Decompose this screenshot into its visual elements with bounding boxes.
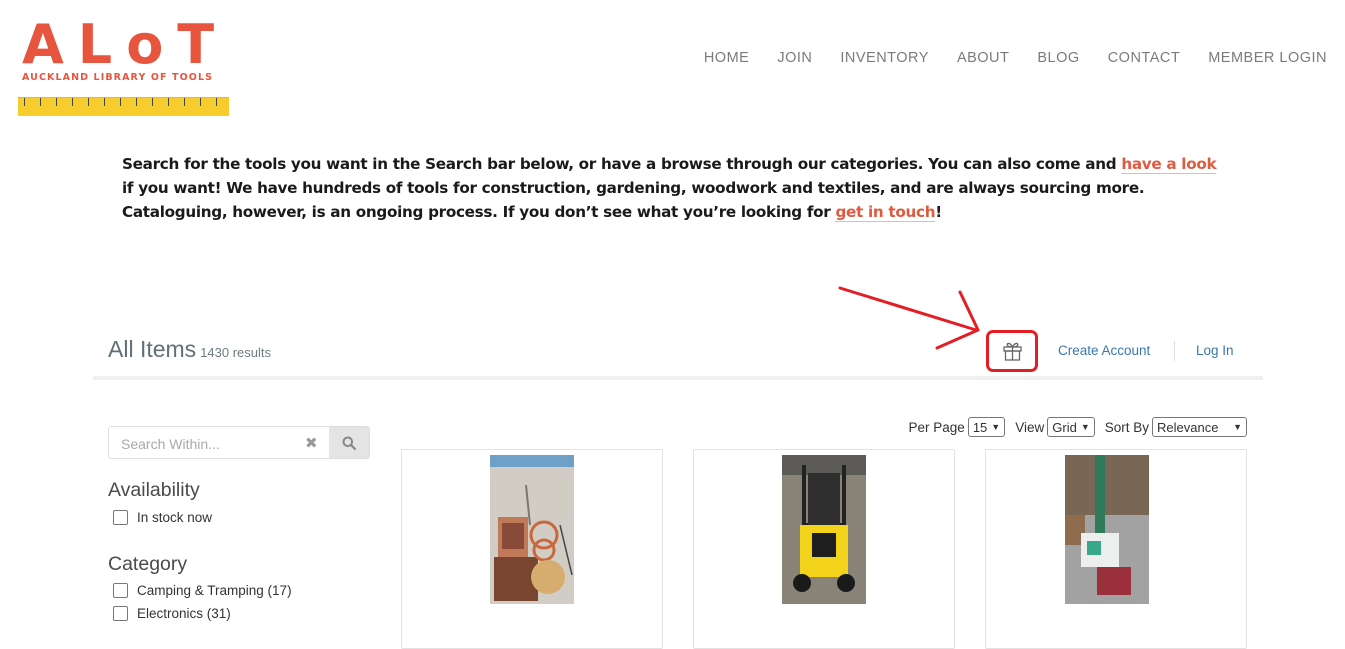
logo-subtitle: AUCKLAND LIBRARY OF TOOLS xyxy=(22,72,214,83)
item-card[interactable] xyxy=(985,449,1247,649)
sort-label: Sort By xyxy=(1104,419,1149,435)
category-label: Camping & Tramping (17) xyxy=(137,583,292,598)
view-label: View xyxy=(1015,419,1045,435)
availability-heading: Availability xyxy=(108,479,200,501)
category-heading: Category xyxy=(108,553,188,575)
site-logo[interactable]: ALoT AUCKLAND LIBRARY OF TOOLS xyxy=(18,18,230,116)
chevron-down-icon: ▼ xyxy=(1233,422,1242,432)
item-image xyxy=(782,455,866,604)
log-in-link[interactable]: Log In xyxy=(1196,343,1234,358)
sort-select[interactable]: Relevance ▼ xyxy=(1152,417,1247,437)
header-divider xyxy=(93,376,1263,380)
category-filter-electronics[interactable]: Electronics (31) xyxy=(113,606,231,621)
logo-title: ALoT xyxy=(22,13,229,76)
search-input[interactable] xyxy=(119,435,303,453)
item-image xyxy=(1065,455,1149,604)
results-count: 1430 results xyxy=(200,345,272,360)
item-image xyxy=(490,455,574,604)
nav-inventory[interactable]: INVENTORY xyxy=(840,50,929,66)
chevron-down-icon: ▼ xyxy=(1080,422,1090,432)
category-label: Electronics (31) xyxy=(137,606,231,621)
intro-part-3: ! xyxy=(935,203,942,221)
search-button[interactable] xyxy=(329,427,369,458)
checkbox[interactable] xyxy=(113,583,128,598)
items-title: All Items xyxy=(108,336,197,362)
search-icon xyxy=(342,436,356,450)
checkbox[interactable] xyxy=(113,510,128,525)
view-select[interactable]: Grid ▼ xyxy=(1047,417,1095,437)
nav-join[interactable]: JOIN xyxy=(777,50,812,66)
close-icon[interactable]: ✖ xyxy=(305,434,318,452)
nav-about[interactable]: ABOUT xyxy=(957,50,1009,66)
per-page-value: 15 xyxy=(972,419,988,435)
annotation-arrow xyxy=(838,286,980,350)
per-page-label: Per Page xyxy=(908,419,965,435)
per-page-select[interactable]: 15 ▼ xyxy=(967,417,1006,437)
main-nav: HOME JOIN INVENTORY ABOUT BLOG CONTACT M… xyxy=(704,50,1327,66)
in-stock-filter[interactable]: In stock now xyxy=(113,510,212,525)
item-card[interactable] xyxy=(693,449,955,649)
nav-contact[interactable]: CONTACT xyxy=(1108,50,1181,66)
nav-member-login[interactable]: MEMBER LOGIN xyxy=(1208,50,1327,66)
chevron-down-icon: ▼ xyxy=(991,422,1001,432)
search-box: ✖ xyxy=(108,426,370,459)
in-stock-label: In stock now xyxy=(137,510,213,525)
sort-value: Relevance xyxy=(1157,419,1219,435)
item-card[interactable] xyxy=(401,449,663,649)
intro-text: Search for the tools you want in the Sea… xyxy=(122,152,1232,224)
nav-blog[interactable]: BLOG xyxy=(1037,50,1079,66)
intro-part-1: Search for the tools you want in the Sea… xyxy=(122,155,1122,173)
gift-icon[interactable] xyxy=(1002,341,1023,361)
ruler-graphic xyxy=(18,97,229,116)
category-filter-camping[interactable]: Camping & Tramping (17) xyxy=(113,583,292,598)
nav-home[interactable]: HOME xyxy=(704,50,750,66)
divider xyxy=(1174,341,1175,361)
have-a-look-link[interactable]: have a look xyxy=(1121,155,1217,174)
get-in-touch-link[interactable]: get in touch xyxy=(835,203,936,222)
page-title: All Items 1430 results xyxy=(108,336,271,363)
create-account-link[interactable]: Create Account xyxy=(1058,343,1150,358)
view-value: Grid xyxy=(1052,419,1077,435)
intro-part-2: if you want! We have hundreds of tools f… xyxy=(122,179,1145,221)
grid-controls: Per Page 15 ▼ View Grid ▼ Sort By Relevanc… xyxy=(909,417,1247,437)
checkbox[interactable] xyxy=(113,606,128,621)
